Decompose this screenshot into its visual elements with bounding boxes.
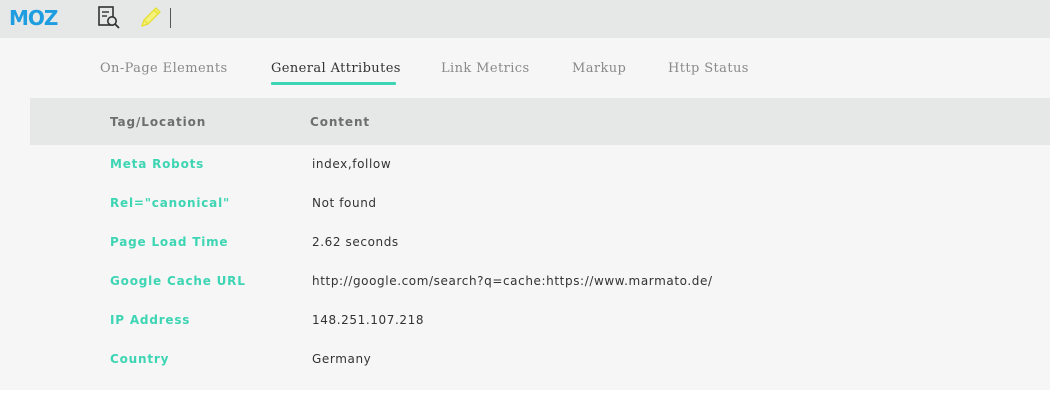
row-value-page-load-time: 2.62 seconds: [312, 235, 399, 249]
table-row: Country Germany: [0, 340, 1050, 379]
tab-markup[interactable]: Markup: [572, 61, 626, 76]
table-header: Tag/Location Content: [30, 98, 1050, 145]
tab-on-page-elements[interactable]: On-Page Elements: [100, 61, 228, 76]
row-value-canonical: Not found: [312, 196, 377, 210]
tab-general-attributes[interactable]: General Attributes: [271, 61, 401, 76]
table-row: Rel="canonical" Not found: [0, 184, 1050, 223]
row-key-country: Country: [110, 352, 170, 366]
row-value-country: Germany: [312, 352, 372, 366]
svg-text:MOZ: MOZ: [9, 7, 58, 29]
pencil-icon[interactable]: [138, 4, 164, 30]
tab-bar: On-Page Elements General Attributes Link…: [0, 38, 1050, 98]
row-key-ip-address: IP Address: [110, 313, 191, 327]
table-row: Meta Robots index,follow: [0, 145, 1050, 184]
table-row: IP Address 148.251.107.218: [0, 301, 1050, 340]
table-row: Google Cache URL http://google.com/searc…: [0, 262, 1050, 301]
column-header-tag-location: Tag/Location: [110, 115, 207, 129]
row-key-meta-robots: Meta Robots: [110, 157, 205, 171]
toolbar-divider: [170, 8, 171, 28]
moz-bar-window: MOZ On-Page Elements General Attributes: [0, 0, 1050, 396]
page-search-icon[interactable]: [96, 4, 122, 30]
table-row: Page Load Time 2.62 seconds: [0, 223, 1050, 262]
row-value-meta-robots: index,follow: [312, 157, 392, 171]
row-key-page-load-time: Page Load Time: [110, 235, 229, 249]
moz-logo[interactable]: MOZ: [9, 7, 73, 29]
active-tab-indicator: [271, 82, 396, 85]
row-key-google-cache-url: Google Cache URL: [110, 274, 246, 288]
row-value-ip-address: 148.251.107.218: [312, 313, 425, 327]
row-value-google-cache-url[interactable]: http://google.com/search?q=cache:https:/…: [312, 274, 713, 288]
page-analysis-panel: On-Page Elements General Attributes Link…: [0, 38, 1050, 390]
tab-link-metrics[interactable]: Link Metrics: [441, 61, 530, 76]
row-key-canonical: Rel="canonical": [110, 196, 231, 210]
column-header-content: Content: [310, 115, 371, 129]
tab-http-status[interactable]: Http Status: [668, 61, 749, 76]
toolbar: MOZ: [0, 0, 1050, 38]
